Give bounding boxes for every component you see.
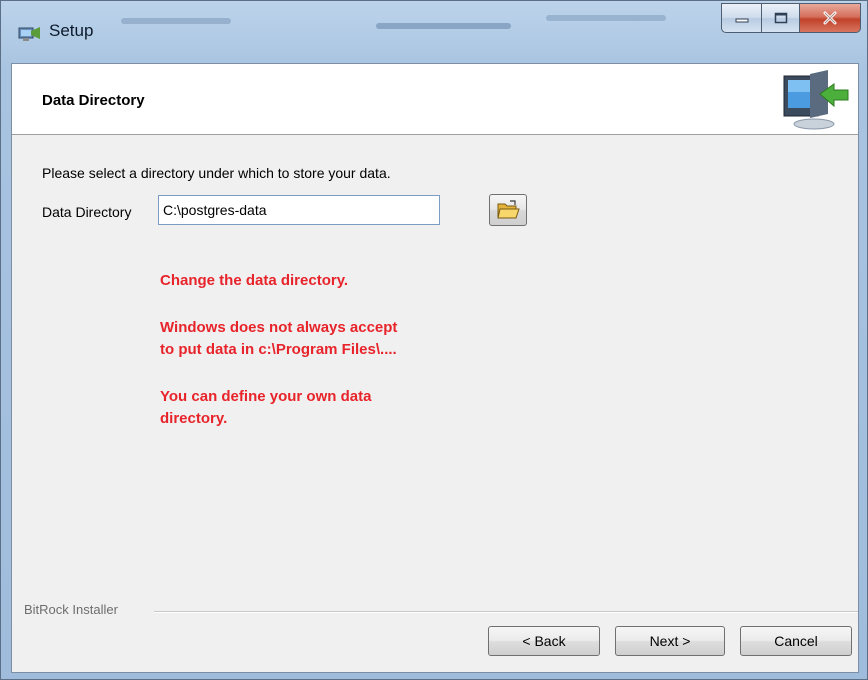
close-icon (823, 11, 837, 25)
folder-open-icon (497, 200, 520, 219)
page-title: Data Directory (42, 92, 145, 109)
back-button[interactable]: < Back (488, 626, 600, 656)
setup-app-icon (18, 27, 40, 41)
bitrock-installer-label: BitRock Installer (24, 602, 118, 617)
data-directory-input[interactable] (158, 195, 440, 225)
maximize-icon (774, 12, 787, 24)
annotation-windows-warning: Windows does not always accept to put da… (160, 319, 398, 358)
close-button[interactable] (799, 3, 861, 33)
window-controls (721, 3, 861, 41)
computer-arrow-icon (783, 70, 849, 130)
background-blur (376, 23, 511, 29)
background-blur (121, 18, 231, 24)
data-directory-label: Data Directory (42, 204, 132, 220)
dialog-client-area: Data Directory Please select a directory… (11, 63, 859, 673)
setup-window: Setup Data Directory Please select a dir… (0, 0, 868, 680)
annotation-own-directory: You can define your own data directory. (160, 388, 372, 427)
minimize-icon (735, 18, 748, 23)
annotation-change-directory: Change the data directory. (160, 272, 349, 289)
minimize-button[interactable] (721, 3, 761, 33)
window-title: Setup (49, 21, 94, 40)
next-button[interactable]: Next > (615, 626, 725, 656)
maximize-button[interactable] (761, 3, 799, 33)
footer-divider (154, 611, 858, 613)
cancel-button[interactable]: Cancel (740, 626, 852, 656)
background-blur (546, 15, 666, 21)
instruction-text: Please select a directory under which to… (42, 165, 391, 181)
browse-folder-button[interactable] (489, 194, 527, 226)
title-bar[interactable]: Setup (1, 1, 868, 63)
page-header: Data Directory (12, 64, 858, 135)
